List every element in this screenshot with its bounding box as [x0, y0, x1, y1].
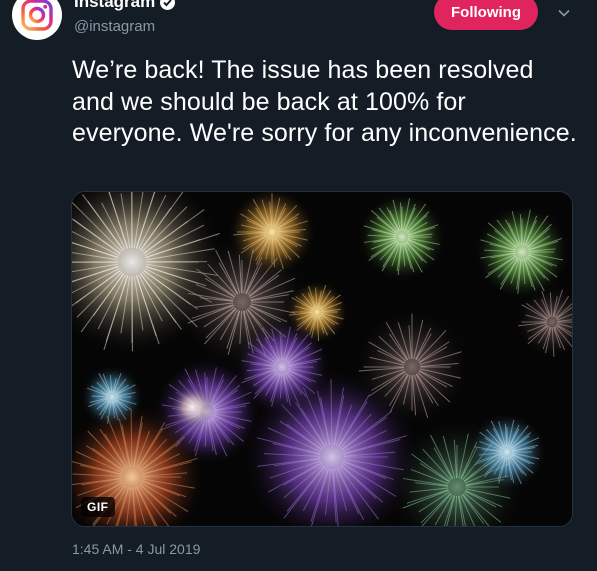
instagram-logo-icon [21, 0, 53, 31]
tweet-text: We’re back! The issue has been resolved … [72, 56, 577, 147]
chevron-down-icon[interactable] [556, 5, 572, 21]
gif-badge: GIF [81, 497, 115, 517]
author-name-row[interactable]: Instagram [74, 0, 176, 12]
verified-badge-icon [160, 0, 176, 10]
media-gif-fireworks[interactable]: GIF [71, 191, 573, 527]
author-handle[interactable]: @instagram [74, 18, 155, 35]
tweet: Instagram @instagram Following We’re bac… [0, 0, 597, 571]
following-button[interactable]: Following [434, 0, 538, 30]
tweet-timestamp[interactable]: 1:45 AM - 4 Jul 2019 [72, 541, 200, 557]
fireworks-image [72, 192, 572, 526]
avatar[interactable] [12, 0, 62, 40]
author-name[interactable]: Instagram [74, 0, 155, 12]
